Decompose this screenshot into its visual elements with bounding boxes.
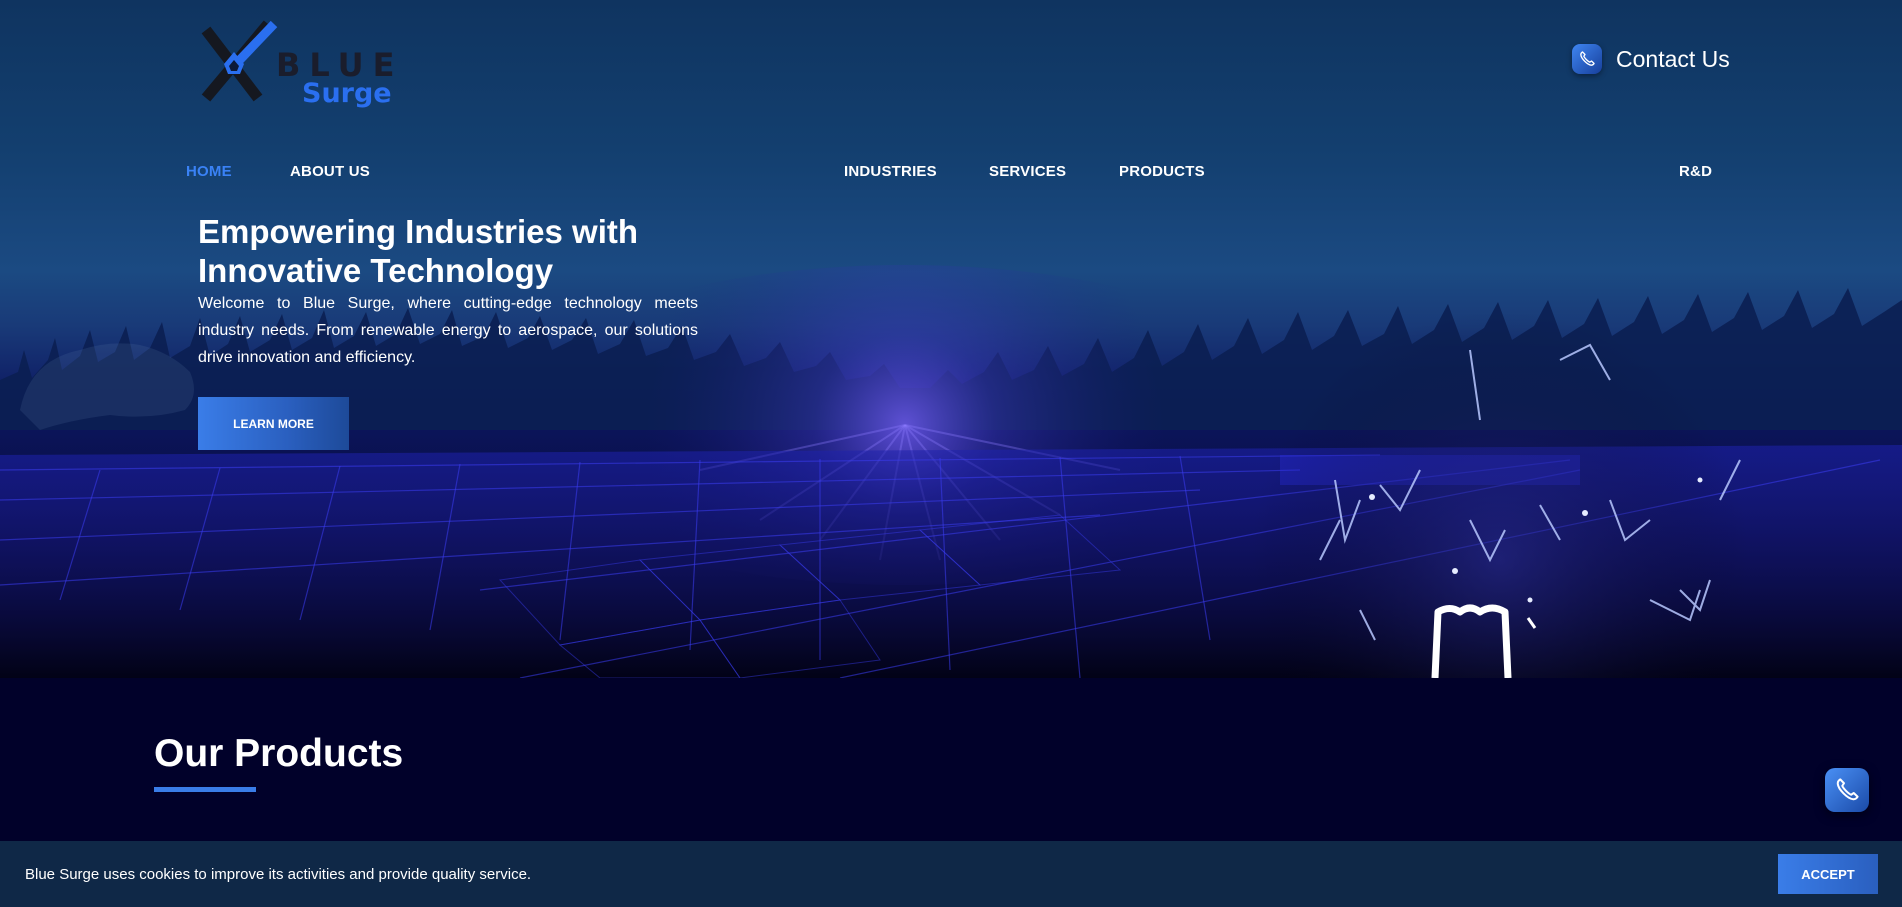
nav-home[interactable]: HOME: [186, 163, 232, 180]
heading-underline: [154, 787, 256, 792]
phone-icon: [1836, 778, 1859, 801]
floating-call-button[interactable]: [1825, 768, 1869, 812]
logo-mark-icon: [201, 20, 278, 102]
products-heading: Our Products: [154, 732, 404, 775]
hero-title: Empowering Industries with Innovative Te…: [198, 213, 639, 289]
cookie-banner: Blue Surge uses cookies to improve its a…: [0, 841, 1902, 907]
hero-description: Welcome to Blue Surge, where cutting-edg…: [198, 295, 698, 366]
nav-industries[interactable]: INDUSTRIES: [844, 163, 937, 180]
cookie-message: Blue Surge uses cookies to improve its a…: [25, 865, 532, 883]
nav-rnd[interactable]: R&D: [1679, 163, 1712, 180]
phone-icon: [1572, 44, 1602, 74]
accept-cookies-button[interactable]: ACCEPT: [1778, 854, 1878, 894]
nav-about-us[interactable]: ABOUT US: [290, 163, 370, 180]
nav-products[interactable]: PRODUCTS: [1119, 163, 1205, 180]
brand-logo[interactable]: BLUE Surge: [198, 20, 394, 109]
contact-us-label: Contact Us: [1616, 45, 1730, 72]
nav-services[interactable]: SERVICES: [989, 163, 1066, 180]
learn-more-button[interactable]: LEARN MORE: [198, 397, 349, 450]
hero-section: BLUE Surge Contact Us HOME ABOUT US INDU…: [0, 0, 1902, 678]
products-section: Our Products: [0, 678, 1902, 841]
contact-us-link[interactable]: Contact Us: [1572, 44, 1730, 74]
logo-word-surge: Surge: [302, 78, 392, 109]
